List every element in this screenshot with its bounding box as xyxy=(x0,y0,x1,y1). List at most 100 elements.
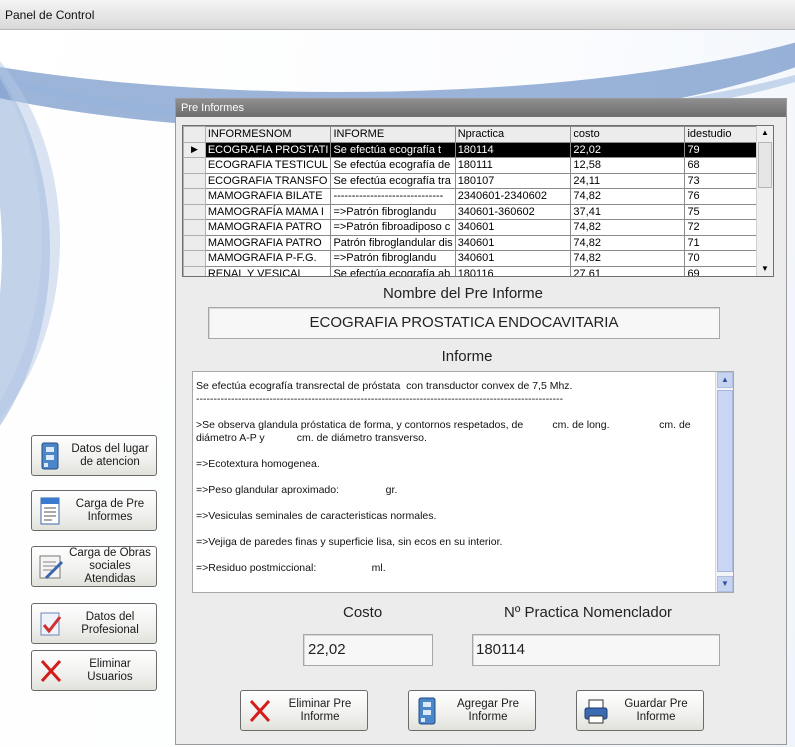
table-cell[interactable]: MAMOGRAFIA P-F.G. xyxy=(204,250,332,267)
table-cell[interactable]: MAMOGRAFIA BILATE xyxy=(204,188,332,205)
table-cell[interactable]: ECOGRAFIA PROSTATI xyxy=(204,141,332,158)
column-header[interactable]: INFORME xyxy=(330,126,456,143)
informe-paragraph: =>Vejiga de paredes finas y superficie l… xyxy=(196,536,503,548)
practica-input[interactable]: 180114 xyxy=(472,634,720,666)
column-header[interactable]: costo xyxy=(570,126,686,143)
scroll-thumb[interactable] xyxy=(758,142,772,188)
table-cell[interactable]: Se efectúa ecografía ab xyxy=(330,265,456,276)
table-cell[interactable]: ECOGRAFIA TRANSFO xyxy=(204,172,332,189)
table-cell[interactable]: 74,82 xyxy=(570,188,686,205)
building-icon xyxy=(38,441,64,471)
agregar-pre-informe-label: Agregar Pre Informe xyxy=(456,697,519,723)
checklist-icon xyxy=(38,609,64,639)
datos-lugar-label: Datos del lugar de atencion xyxy=(71,442,149,468)
table-cell[interactable]: 340601-360602 xyxy=(454,203,572,220)
table-row[interactable]: MAMOGRAFIA PATRO =>Patrón fibroadiposo c3… xyxy=(183,219,773,236)
row-indicator[interactable] xyxy=(183,265,206,276)
row-indicator[interactable] xyxy=(183,250,206,267)
table-cell[interactable]: 74,82 xyxy=(570,234,686,251)
pre-informes-grid[interactable]: INFORMESNOM INFORME Npractica costo idestudi… xyxy=(182,125,774,277)
table-cell[interactable]: MAMOGRAFIA PATRO xyxy=(204,219,332,236)
table-cell[interactable]: RENAL Y VESICAL xyxy=(204,265,332,276)
table-cell[interactable]: =>Patrón fibroglandu xyxy=(330,250,456,267)
informe-paragraph: =>Vesiculas seminales de caracteristicas… xyxy=(196,510,437,522)
memo-scroll-up-icon[interactable]: ▲ xyxy=(717,372,733,388)
table-row[interactable]: MAMOGRAFÍA MAMA I =>Patrón fibroglandu 340… xyxy=(183,203,773,220)
guardar-pre-informe-button[interactable]: Guardar Pre Informe xyxy=(576,690,704,731)
informe-paragraph: =>Peso glandular aproximado: gr. xyxy=(196,484,398,496)
row-indicator[interactable] xyxy=(183,234,206,251)
carga-pre-informes-button[interactable]: Carga de Pre Informes xyxy=(31,490,157,531)
printer-save-icon xyxy=(583,696,609,726)
agregar-pre-informe-button[interactable]: Agregar Pre Informe xyxy=(408,690,536,731)
table-cell[interactable]: Se efectúa ecografía tra xyxy=(330,172,456,189)
datos-lugar-button[interactable]: Datos del lugar de atencion xyxy=(31,435,157,476)
table-cell[interactable]: 22,02 xyxy=(570,141,686,158)
table-cell[interactable]: 180114 xyxy=(454,141,572,158)
current-row-arrow-icon[interactable]: ▶ xyxy=(183,141,206,158)
column-header[interactable]: Npractica xyxy=(454,126,572,143)
table-cell[interactable]: =>Patrón fibroadiposo c xyxy=(330,219,456,236)
row-indicator[interactable] xyxy=(183,172,206,189)
row-indicator[interactable] xyxy=(183,188,206,205)
row-indicator[interactable] xyxy=(183,157,206,174)
table-row[interactable]: RENAL Y VESICAL Se efectúa ecografía ab 18… xyxy=(183,265,773,276)
table-cell[interactable]: 340601 xyxy=(454,234,572,251)
table-cell[interactable]: 340601 xyxy=(454,250,572,267)
table-cell[interactable]: 340601 xyxy=(454,219,572,236)
informe-textarea[interactable]: Se efectúa ecografía transrectal de prós… xyxy=(192,371,734,593)
eliminar-pre-informe-button[interactable]: Eliminar Pre Informe xyxy=(240,690,368,731)
eliminar-usuarios-button[interactable]: Eliminar Usuarios xyxy=(31,650,157,691)
pre-informes-panel: Pre Informes INFORMESNOM INFORME Npractica… xyxy=(175,98,787,745)
table-cell[interactable]: 27,61 xyxy=(570,265,686,276)
row-indicator[interactable] xyxy=(183,203,206,220)
datos-profesional-button[interactable]: Datos del Profesional xyxy=(31,603,157,644)
table-cell[interactable]: 12,58 xyxy=(570,157,686,174)
memo-scroll-thumb[interactable] xyxy=(717,390,733,572)
costo-input[interactable]: 22,02 xyxy=(303,634,433,666)
table-cell[interactable]: =>Patrón fibroglandu xyxy=(330,203,456,220)
costo-label: Costo xyxy=(343,604,383,621)
table-row[interactable]: ECOGRAFIA TRANSFO Se efectúa ecografía tr… xyxy=(183,172,773,189)
table-cell[interactable]: ------------------------------ xyxy=(330,188,456,205)
table-cell[interactable]: ECOGRAFIA TESTICUL xyxy=(204,157,332,174)
table-row[interactable]: MAMOGRAFIA PATRO Patrón fibroglandular di… xyxy=(183,234,773,251)
grid-scrollbar[interactable]: ▲ ▼ xyxy=(756,126,773,276)
table-cell[interactable]: Patrón fibroglandular dis xyxy=(330,234,456,251)
grid-header-row: INFORMESNOM INFORME Npractica costo idestudi… xyxy=(183,126,773,143)
table-cell[interactable]: Se efectúa ecografía t xyxy=(330,141,456,158)
informe-text: Se efectúa ecografía transrectal de prós… xyxy=(196,380,711,588)
building-icon xyxy=(415,696,441,726)
column-header[interactable]: INFORMESNOM xyxy=(204,126,332,143)
table-cell[interactable]: 180116 xyxy=(454,265,572,276)
delete-x-icon xyxy=(247,696,273,726)
delete-x-icon xyxy=(38,656,64,686)
carga-obras-sociales-button[interactable]: Carga de Obras sociales Atendidas xyxy=(31,546,157,587)
table-cell[interactable]: Se efectúa ecografía de xyxy=(330,157,456,174)
informe-paragraph: Se efectúa ecografía transrectal de prós… xyxy=(196,380,573,405)
edit-form-icon xyxy=(38,552,64,582)
nombre-input[interactable]: ECOGRAFIA PROSTATICA ENDOCAVITARIA xyxy=(208,307,720,339)
informe-paragraph: =>Ecotextura homogenea. xyxy=(196,458,320,470)
costo-value: 22,02 xyxy=(308,641,346,658)
table-row[interactable]: ECOGRAFIA TESTICUL Se efectúa ecografía d… xyxy=(183,157,773,174)
informe-scrollbar[interactable]: ▲ ▼ xyxy=(715,372,733,592)
table-row[interactable]: MAMOGRAFIA BILATE -----------------------… xyxy=(183,188,773,205)
table-cell[interactable]: MAMOGRAFÍA MAMA I xyxy=(204,203,332,220)
table-row[interactable]: ▶ ECOGRAFIA PROSTATI Se efectúa ecografía … xyxy=(183,141,773,158)
table-cell[interactable]: 37,41 xyxy=(570,203,686,220)
table-cell[interactable]: MAMOGRAFIA PATRO xyxy=(204,234,332,251)
table-cell[interactable]: 2340601-2340602 xyxy=(454,188,572,205)
scroll-up-icon[interactable]: ▲ xyxy=(757,126,773,140)
table-cell[interactable]: 74,82 xyxy=(570,219,686,236)
scroll-down-icon[interactable]: ▼ xyxy=(757,262,773,276)
table-cell[interactable]: 74,82 xyxy=(570,250,686,267)
table-cell[interactable]: 180111 xyxy=(454,157,572,174)
row-indicator xyxy=(183,126,206,143)
table-cell[interactable]: 180107 xyxy=(454,172,572,189)
table-row[interactable]: MAMOGRAFIA P-F.G. =>Patrón fibroglandu 340… xyxy=(183,250,773,267)
document-icon xyxy=(38,496,64,526)
table-cell[interactable]: 24,11 xyxy=(570,172,686,189)
memo-scroll-down-icon[interactable]: ▼ xyxy=(717,576,733,592)
row-indicator[interactable] xyxy=(183,219,206,236)
